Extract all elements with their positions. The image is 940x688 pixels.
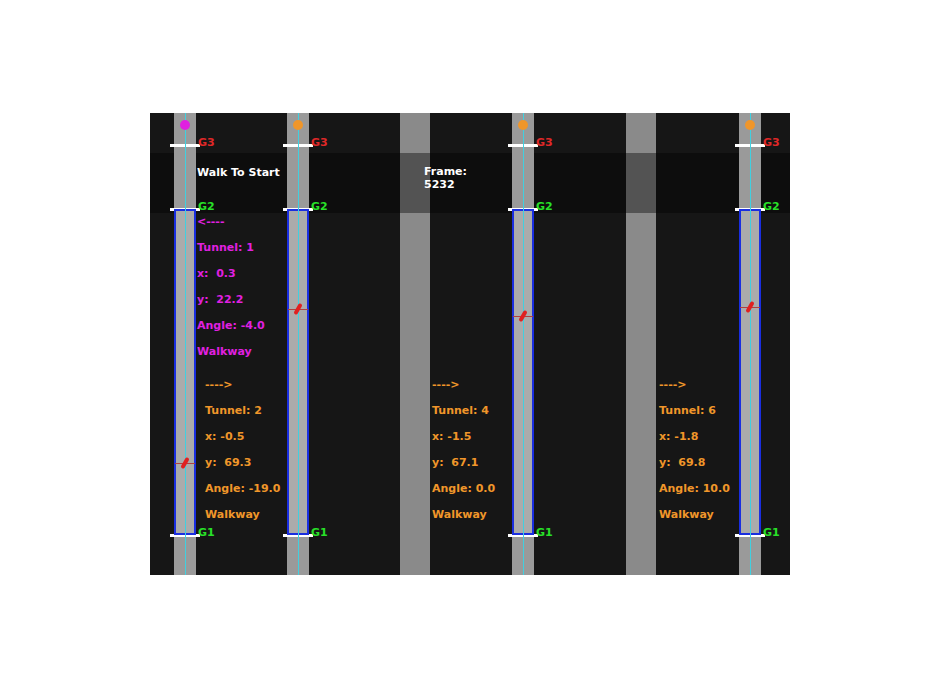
center-line <box>298 113 299 575</box>
info-x: x: 0.3 <box>197 266 265 292</box>
video-canvas: Walk To Start Frame: 5232 G3G2G1<----Tun… <box>150 113 790 575</box>
info-arrow: ----> <box>205 377 280 403</box>
info-tunnel: Tunnel: 1 <box>197 240 265 266</box>
tunnel-dot <box>293 120 303 130</box>
frame-value: 5232 <box>424 178 467 191</box>
info-y: y: 69.3 <box>205 455 280 481</box>
center-line <box>523 113 524 575</box>
frame-counter: Frame: 5232 <box>424 165 467 191</box>
gate-label: G1 <box>311 527 328 539</box>
status-text: Walk To Start <box>197 165 280 182</box>
info-angle: Angle: -4.0 <box>197 318 265 344</box>
info-zone: Walkway <box>659 507 730 533</box>
info-x: x: -1.5 <box>432 429 495 455</box>
tunnel-info: ---->Tunnel: 6x: -1.8y: 69.8Angle: 10.0W… <box>659 377 730 533</box>
center-line <box>185 113 186 575</box>
info-angle: Angle: 10.0 <box>659 481 730 507</box>
gate-label: G1 <box>536 527 553 539</box>
info-tunnel: Tunnel: 4 <box>432 403 495 429</box>
info-angle: Angle: -19.0 <box>205 481 280 507</box>
info-zone: Walkway <box>205 507 280 533</box>
tunnel-info: <----Tunnel: 1x: 0.3y: 22.2Angle: -4.0Wa… <box>197 214 265 370</box>
gate-label: G2 <box>763 201 780 213</box>
info-y: y: 22.2 <box>197 292 265 318</box>
gate-label: G2 <box>311 201 328 213</box>
info-y: y: 69.8 <box>659 455 730 481</box>
tunnel-dot <box>180 120 190 130</box>
info-arrow: ----> <box>659 377 730 403</box>
info-tunnel: Tunnel: 6 <box>659 403 730 429</box>
gate-label: G1 <box>763 527 780 539</box>
dark-band <box>150 153 790 213</box>
gate-label: G2 <box>536 201 553 213</box>
tunnel-dot <box>518 120 528 130</box>
gate-label: G3 <box>198 137 215 149</box>
gate-label: G3 <box>311 137 328 149</box>
gate-label: G3 <box>536 137 553 149</box>
info-arrow: <---- <box>197 214 265 240</box>
info-arrow: ----> <box>432 377 495 403</box>
frame-label: Frame: <box>424 165 467 178</box>
info-angle: Angle: 0.0 <box>432 481 495 507</box>
info-x: x: -0.5 <box>205 429 280 455</box>
info-zone: Walkway <box>432 507 495 533</box>
center-line <box>750 113 751 575</box>
info-tunnel: Tunnel: 2 <box>205 403 280 429</box>
tunnel-info: ---->Tunnel: 2x: -0.5y: 69.3Angle: -19.0… <box>205 377 280 533</box>
gate-label: G2 <box>198 201 215 213</box>
gate-label: G1 <box>198 527 215 539</box>
info-x: x: -1.8 <box>659 429 730 455</box>
tunnel-dot <box>745 120 755 130</box>
gate-label: G3 <box>763 137 780 149</box>
info-y: y: 67.1 <box>432 455 495 481</box>
info-zone: Walkway <box>197 344 265 370</box>
tunnel-info: ---->Tunnel: 4x: -1.5y: 67.1Angle: 0.0Wa… <box>432 377 495 533</box>
